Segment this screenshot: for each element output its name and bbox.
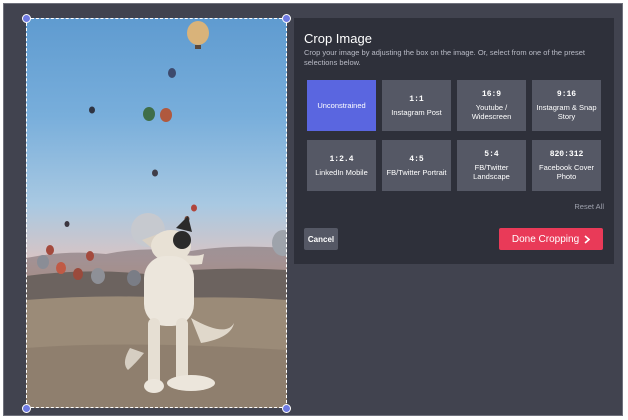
preset-1-1[interactable]: 1:1 Instagram Post — [382, 80, 451, 131]
preset-name: LinkedIn Mobile — [315, 167, 368, 177]
crop-selection-box[interactable] — [26, 18, 287, 408]
preset-ratio: 9:16 — [556, 90, 577, 99]
preset-name: FB/Twitter Landscape — [473, 163, 510, 181]
preset-name: FB/Twitter Portrait — [386, 167, 447, 177]
preset-name: Facebook Cover Photo — [538, 163, 595, 181]
cancel-button-label: Cancel — [307, 234, 335, 244]
preset-ratio: 16:9 — [481, 90, 502, 99]
preset-16-9[interactable]: 16:9 Youtube / Widescreen — [457, 80, 526, 131]
preset-name: Instagram & Snap Story — [536, 103, 597, 121]
preset-name: Instagram Post — [391, 107, 442, 117]
preset-unconstrained[interactable]: Unconstrained — [307, 80, 376, 131]
panel-description: Crop your image by adjusting the box on … — [304, 48, 585, 67]
preset-ratio: 1:1 — [409, 94, 424, 104]
preset-ratio: 1:2.4 — [329, 154, 354, 164]
cancel-button[interactable]: Cancel — [304, 228, 338, 250]
crop-panel: Crop Image Crop your image by adjusting … — [294, 18, 614, 264]
preset-ratio: 4:5 — [409, 154, 424, 164]
preset-name: Youtube / Widescreen — [471, 103, 512, 121]
crop-handle-top-left[interactable] — [22, 14, 31, 23]
preset-4-5[interactable]: 4:5 FB/Twitter Portrait — [382, 140, 451, 191]
preset-9-16[interactable]: 9:16 Instagram & Snap Story — [532, 80, 601, 131]
reset-all-link[interactable]: Reset All — [574, 202, 604, 211]
crop-handle-bottom-left[interactable] — [22, 404, 31, 413]
chevron-right-icon — [584, 234, 591, 244]
crop-editor-window: Crop Image Crop your image by adjusting … — [3, 3, 623, 416]
preset-5-4[interactable]: 5:4 FB/Twitter Landscape — [457, 140, 526, 191]
preset-1-2-4[interactable]: 1:2.4 LinkedIn Mobile — [307, 140, 376, 191]
preset-820-312[interactable]: 820:312 Facebook Cover Photo — [532, 140, 601, 191]
crop-handle-bottom-right[interactable] — [282, 404, 291, 413]
preset-name: Unconstrained — [317, 101, 366, 110]
crop-handle-top-right[interactable] — [282, 14, 291, 23]
panel-title: Crop Image — [304, 31, 372, 46]
done-button-label: Done Cropping — [511, 233, 580, 245]
done-cropping-button[interactable]: Done Cropping — [499, 228, 603, 250]
preset-ratio: 5:4 — [484, 150, 499, 159]
preset-ratio: 820:312 — [549, 150, 584, 159]
